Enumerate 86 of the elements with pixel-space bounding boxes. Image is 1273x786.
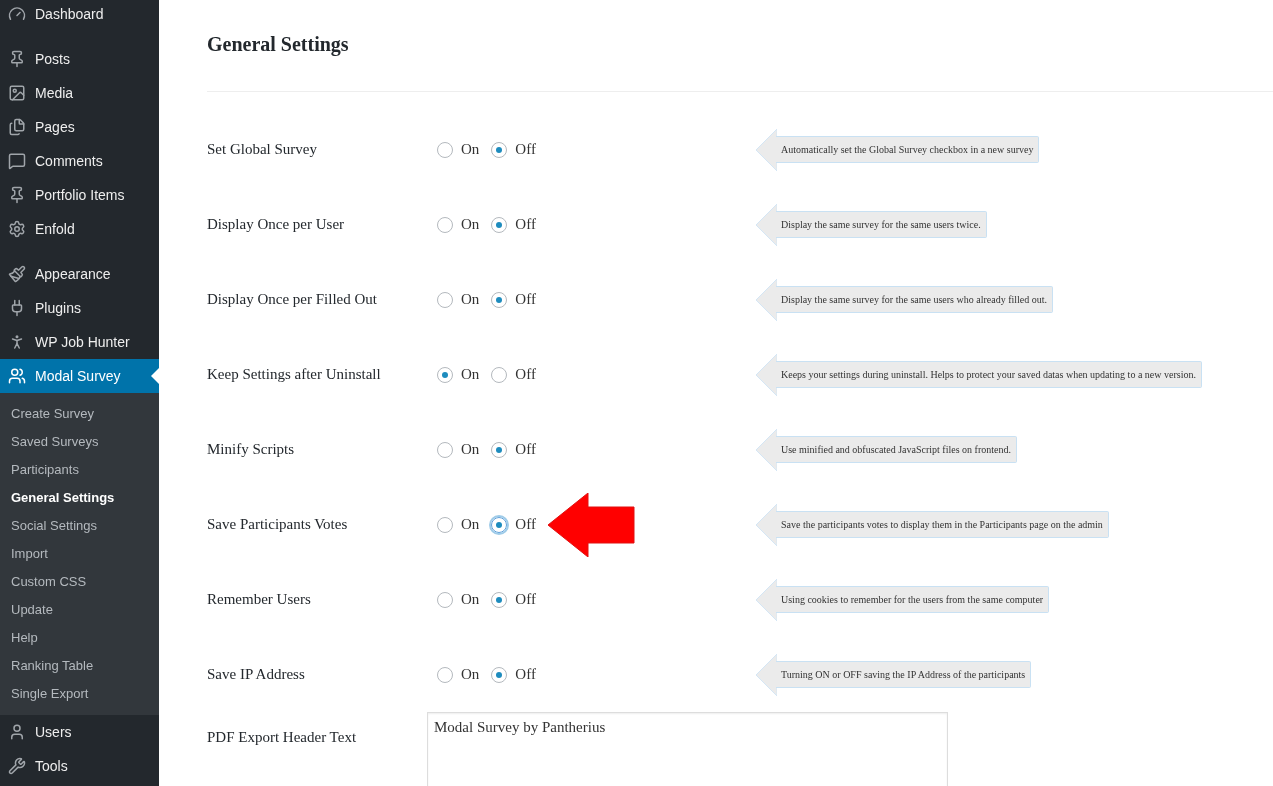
submenu-item[interactable]: Social Settings — [0, 512, 159, 540]
submenu-item[interactable]: Import — [0, 540, 159, 568]
radio-label: Off — [515, 440, 536, 460]
menu-item[interactable]: Enfold — [0, 212, 159, 246]
setting-label: Set Global Survey — [207, 140, 318, 160]
radio-button[interactable] — [437, 141, 453, 158]
submenu-item[interactable]: Ranking Table — [0, 652, 159, 680]
pin-icon — [8, 186, 26, 204]
menu-item[interactable]: Pages — [0, 110, 159, 144]
menu-item[interactable]: WP Job Hunter — [0, 325, 159, 359]
menu-item[interactable]: Users — [0, 715, 159, 749]
menu-item[interactable]: Media — [0, 76, 159, 110]
callout-pointer-icon — [755, 653, 777, 696]
pages-icon — [8, 118, 26, 136]
setting-label: Display Once per Filled Out — [207, 290, 378, 310]
callout-pointer-icon — [755, 578, 777, 621]
radio-label: Off — [515, 290, 536, 310]
submenu-item[interactable]: Saved Surveys — [0, 428, 159, 456]
radio-button[interactable] — [437, 591, 453, 608]
submenu-item[interactable]: Help — [0, 624, 159, 652]
radio-label: On — [461, 665, 480, 685]
gauge-icon — [8, 5, 26, 23]
radio-label: Off — [515, 140, 536, 160]
callout-pointer-icon — [755, 128, 777, 171]
callout-pointer-icon — [755, 353, 777, 396]
radio-button[interactable] — [491, 141, 508, 158]
pin-icon — [8, 50, 26, 68]
menu-item[interactable]: Tools — [0, 749, 159, 783]
callout-pointer-icon — [755, 278, 777, 321]
current-indicator-icon — [151, 368, 159, 384]
radio-label: On — [461, 365, 480, 385]
radio-button[interactable] — [491, 216, 508, 233]
radio-button[interactable] — [491, 441, 508, 458]
submenu-item[interactable]: Participants — [0, 456, 159, 484]
menu-item[interactable]: Dashboard — [0, 0, 159, 31]
menu-item[interactable]: Posts — [0, 42, 159, 76]
setting-label: Remember Users — [207, 590, 312, 610]
radio-button[interactable] — [437, 441, 453, 458]
radio-button[interactable] — [491, 291, 508, 308]
people-icon — [8, 367, 26, 385]
text-area[interactable]: Modal Survey by Pantherius — [427, 712, 948, 786]
radio-label: On — [461, 440, 480, 460]
submenu-item[interactable]: General Settings — [0, 484, 159, 512]
callout-pointer-icon — [755, 203, 777, 246]
page-title: General Settings — [207, 32, 350, 58]
radio-label: Off — [515, 365, 536, 385]
submenu-item[interactable]: Create Survey — [0, 400, 159, 428]
callout-pointer-icon — [755, 428, 777, 471]
radio-label: Off — [515, 215, 536, 235]
radio-label: On — [461, 290, 480, 310]
radio-label: On — [461, 215, 480, 235]
submenu-item[interactable]: Single Export — [0, 680, 159, 708]
radio-button[interactable] — [437, 366, 453, 383]
radio-label: On — [461, 590, 480, 610]
settings-icon — [8, 220, 26, 238]
submenu-item[interactable]: Update — [0, 596, 159, 624]
paintbrush-icon — [8, 265, 26, 283]
setting-label: Keep Settings after Uninstall — [207, 365, 382, 385]
setting-label: Save Participants Votes — [207, 515, 349, 535]
menu-item[interactable]: Portfolio Items — [0, 178, 159, 212]
setting-label: PDF Export Header Text — [207, 728, 358, 747]
image-icon — [8, 84, 26, 102]
radio-button[interactable] — [437, 216, 453, 233]
menu-item[interactable]: Comments — [0, 144, 159, 178]
submenu-item[interactable]: Custom CSS — [0, 568, 159, 596]
user-icon — [8, 723, 26, 741]
radio-label: Off — [515, 515, 536, 535]
radio-label: On — [461, 515, 480, 535]
radio-label: Off — [515, 590, 536, 610]
radio-button[interactable] — [437, 666, 453, 683]
menu-item[interactable]: Appearance — [0, 257, 159, 291]
radio-button[interactable] — [491, 666, 508, 683]
menu-item[interactable]: Plugins — [0, 291, 159, 325]
wrench-icon — [8, 757, 26, 775]
setting-label: Save IP Address — [207, 665, 306, 685]
radio-button[interactable] — [491, 591, 508, 608]
radio-label: Off — [515, 665, 536, 685]
radio-label: On — [461, 140, 480, 160]
setting-label: Display Once per User — [207, 215, 346, 235]
radio-button[interactable] — [437, 291, 453, 308]
speech-bubble-icon — [8, 152, 26, 170]
radio-button[interactable] — [437, 516, 453, 533]
menu-item[interactable]: Modal Survey — [0, 359, 159, 393]
callout-pointer-icon — [755, 503, 777, 546]
radio-button[interactable] — [491, 366, 508, 383]
setting-label: Minify Scripts — [207, 440, 296, 460]
